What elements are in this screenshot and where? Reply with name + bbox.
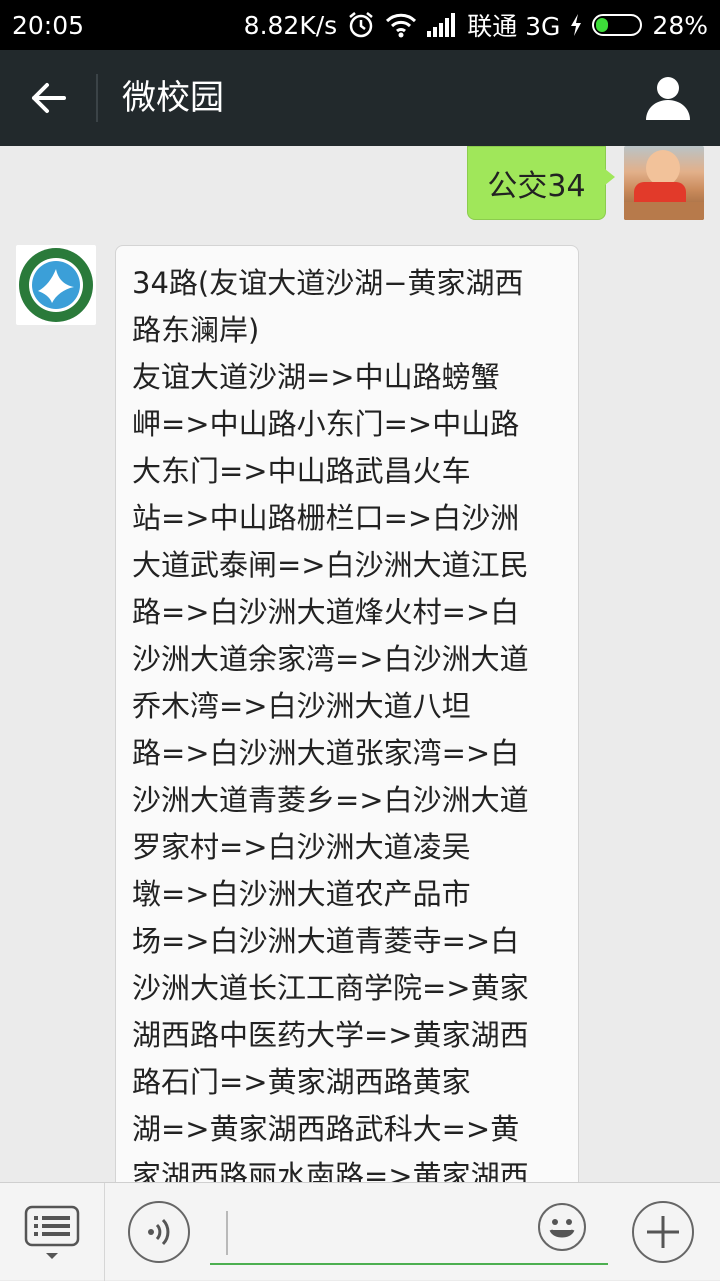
message-line: 路=>白沙洲大道烽火村=>白 xyxy=(132,595,520,629)
user-avatar[interactable] xyxy=(624,146,704,220)
wifi-icon xyxy=(385,12,417,38)
message-line: 罗家村=>白沙洲大道凌吴 xyxy=(132,830,471,864)
battery-fill xyxy=(596,18,609,32)
official-account-avatar[interactable] xyxy=(16,245,96,325)
page-title: 微校园 xyxy=(122,78,224,118)
input-bar xyxy=(0,1182,720,1281)
voice-icon xyxy=(148,1218,170,1246)
message-line: 大道武泰闸=>白沙洲大道江民 xyxy=(132,548,529,582)
back-arrow-icon xyxy=(32,83,66,113)
emoji-button[interactable] xyxy=(538,1203,586,1251)
charging-icon xyxy=(570,14,582,36)
status-bar: 20:05 8.82K/s 联通 3G 28% xyxy=(0,0,720,50)
status-right: 8.82K/s 联通 3G 28% xyxy=(244,7,708,43)
person-icon xyxy=(646,77,690,120)
message-line: 路石门=>黄家湖西路黄家 xyxy=(132,1065,471,1099)
battery-icon xyxy=(592,14,643,36)
message-line: 大东门=>中山路武昌火车 xyxy=(132,454,471,488)
status-time: 20:05 xyxy=(12,10,85,40)
chat-area[interactable]: 公交34 34路(友谊大道沙湖−黄家湖西 路东澜岸) 友谊大道沙湖=>中山路螃蟹 岬=… xyxy=(0,146,720,1182)
message-line: 站=>中山路栅栏口=>白沙洲 xyxy=(132,501,520,535)
title-divider xyxy=(96,74,98,122)
carrier-label: 联通 3G xyxy=(467,12,561,41)
network-speed: 8.82K/s xyxy=(243,10,338,40)
incoming-message[interactable]: 34路(友谊大道沙湖−黄家湖西 路东澜岸) 友谊大道沙湖=>中山路螃蟹 岬=>中山路小… xyxy=(115,245,579,1182)
back-button[interactable] xyxy=(20,74,76,122)
incoming-message-lines: 34路(友谊大道沙湖−黄家湖西 路东澜岸) 友谊大道沙湖=>中山路螃蟹 岬=>中山路小… xyxy=(132,260,562,1182)
list-menu-icon xyxy=(24,1205,80,1259)
outgoing-message-text: 公交34 xyxy=(487,169,586,204)
plus-icon xyxy=(647,1216,679,1248)
message-line: 路=>白沙洲大道张家湾=>白 xyxy=(132,736,520,770)
message-line: 湖=>黄家湖西路武科大=>黄 xyxy=(132,1112,520,1146)
text-cursor xyxy=(226,1211,228,1255)
avatar-face xyxy=(646,150,680,186)
message-line: 岬=>中山路小东门=>中山路 xyxy=(132,407,520,441)
message-line: 家湖西路丽水南路=>黄家湖西 xyxy=(132,1159,529,1182)
outgoing-message[interactable]: 公交34 xyxy=(467,146,615,220)
message-line: 路东澜岸) xyxy=(132,313,260,347)
avatar-table xyxy=(624,202,704,220)
title-bar: 微校园 xyxy=(0,50,720,146)
message-line: 友谊大道沙湖=>中山路螃蟹 xyxy=(132,360,500,394)
profile-button[interactable] xyxy=(644,74,692,122)
message-line: 沙洲大道青菱乡=>白沙洲大道 xyxy=(132,783,529,817)
message-line: 沙洲大道长江工商学院=>黄家 xyxy=(132,971,529,1005)
message-line: 34路(友谊大道沙湖−黄家湖西 xyxy=(132,266,524,300)
alarm-icon xyxy=(347,11,375,39)
smiley-icon xyxy=(549,1219,575,1238)
battery-percent: 28% xyxy=(652,10,708,40)
signal-icon xyxy=(427,13,457,37)
message-line: 墩=>白沙洲大道农产品市 xyxy=(132,877,471,911)
menu-toggle-button[interactable] xyxy=(22,1203,82,1263)
message-line: 沙洲大道余家湾=>白沙洲大道 xyxy=(132,642,529,676)
message-line: 湖西路中医药大学=>黄家湖西 xyxy=(132,1018,529,1052)
message-line: 乔木湾=>白沙洲大道八坦 xyxy=(132,689,471,723)
input-divider xyxy=(104,1183,105,1281)
more-actions-button[interactable] xyxy=(632,1201,694,1263)
university-logo-icon xyxy=(19,248,93,322)
voice-button[interactable] xyxy=(128,1201,190,1263)
message-line: 场=>白沙洲大道青菱寺=>白 xyxy=(132,924,520,958)
